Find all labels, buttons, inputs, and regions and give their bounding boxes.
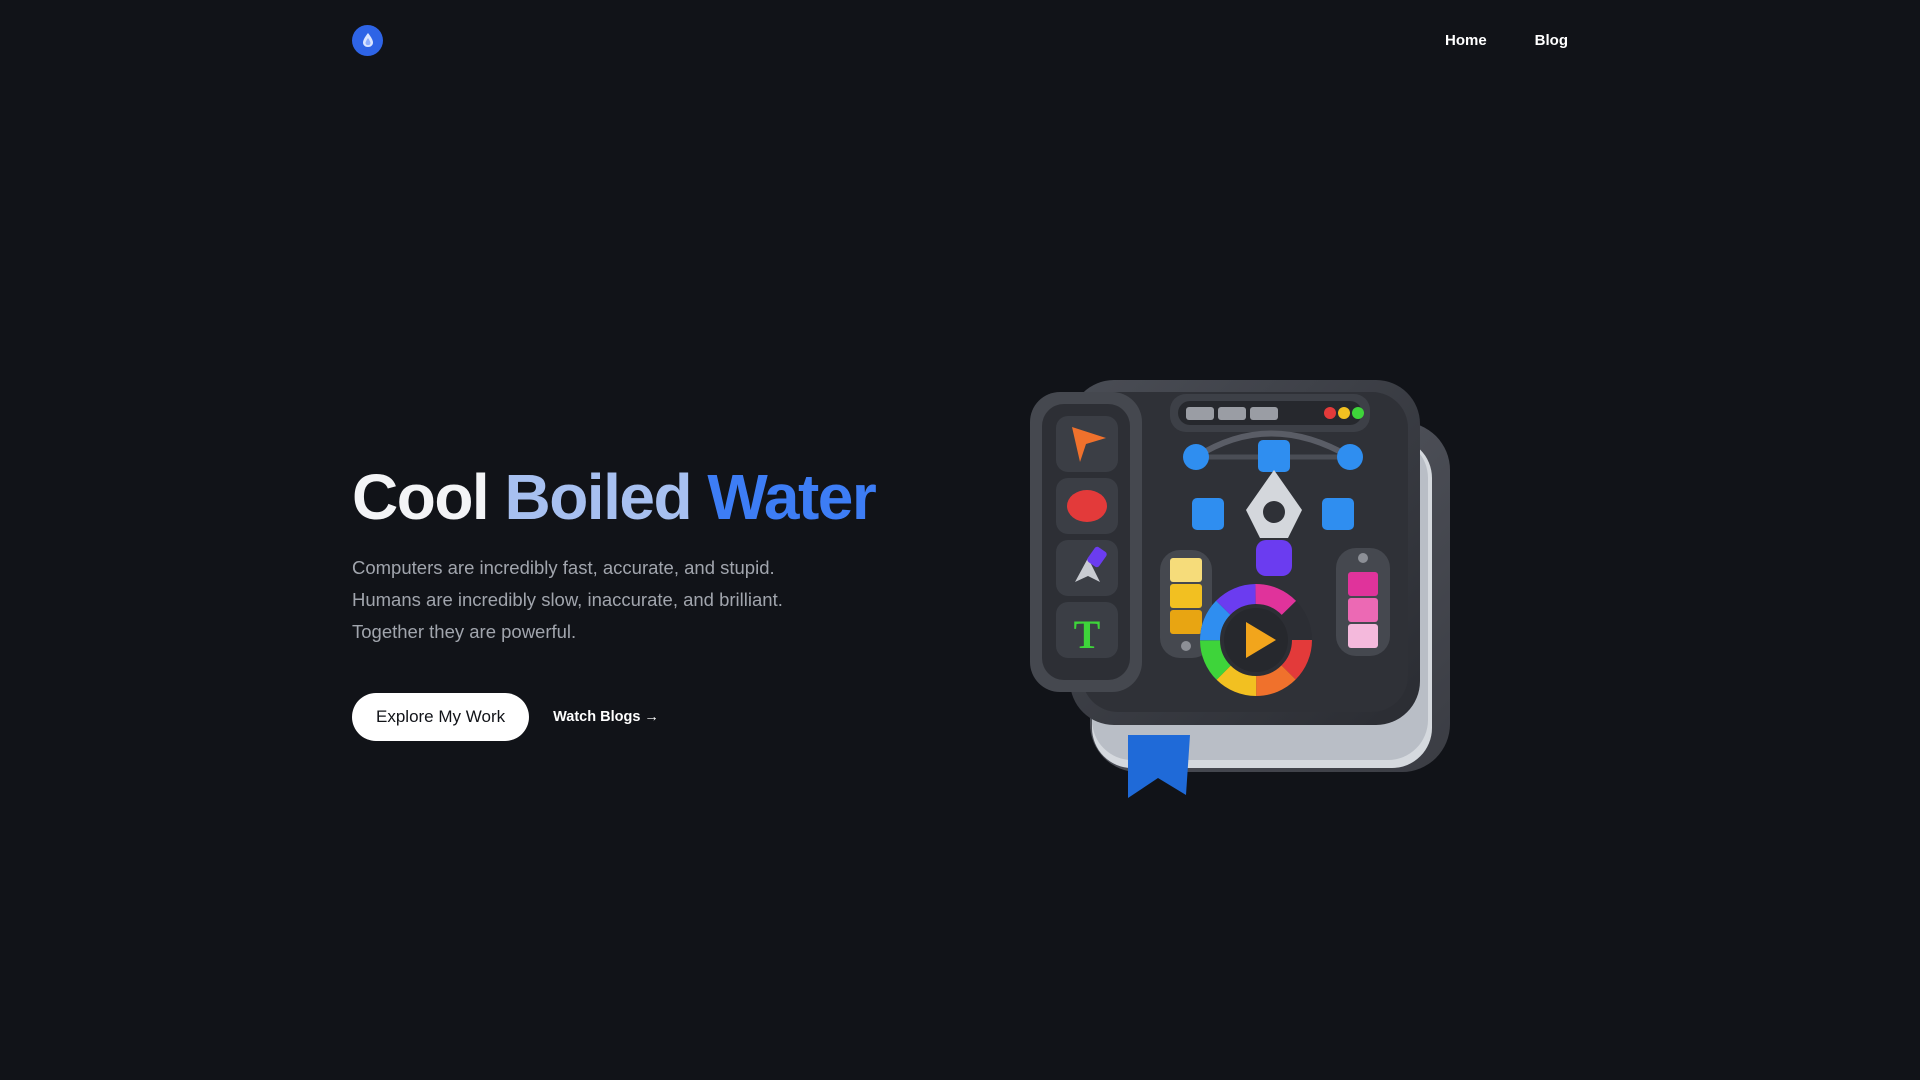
hero-title: Cool Boiled Water (352, 462, 912, 532)
design-toolbook-icon: T (1030, 380, 1450, 798)
design-toolbook-illustration: T (1020, 370, 1460, 810)
nav-blog-link[interactable]: Blog (1535, 32, 1568, 49)
hero-title-word-1: Cool (352, 461, 490, 533)
main-nav: Home Blog (1445, 32, 1568, 49)
svg-text:T: T (1074, 612, 1101, 657)
logo[interactable] (352, 24, 383, 56)
hero-description-line: Computers are incredibly fast, accurate,… (352, 557, 775, 578)
hero-description-line: Humans are incredibly slow, inaccurate, … (352, 589, 783, 610)
watch-blogs-link[interactable]: Watch Blogs → (553, 709, 659, 725)
hero-description-line: Together they are powerful. (352, 621, 577, 642)
page: Home Blog Cool Boiled Water Computers ar… (0, 0, 1920, 1080)
hero: Cool Boiled Water Computers are incredib… (352, 462, 912, 741)
nav-home-link[interactable]: Home (1445, 32, 1487, 49)
hero-title-word-2: Boiled (504, 461, 692, 533)
hero-actions: Explore My Work Watch Blogs → (352, 693, 912, 741)
hero-description: Computers are incredibly fast, accurate,… (352, 552, 912, 648)
hero-title-word-3: Water (707, 461, 876, 533)
site-header: Home Blog (352, 24, 1568, 56)
explore-my-work-button[interactable]: Explore My Work (352, 693, 530, 741)
water-drop-icon (362, 33, 373, 47)
